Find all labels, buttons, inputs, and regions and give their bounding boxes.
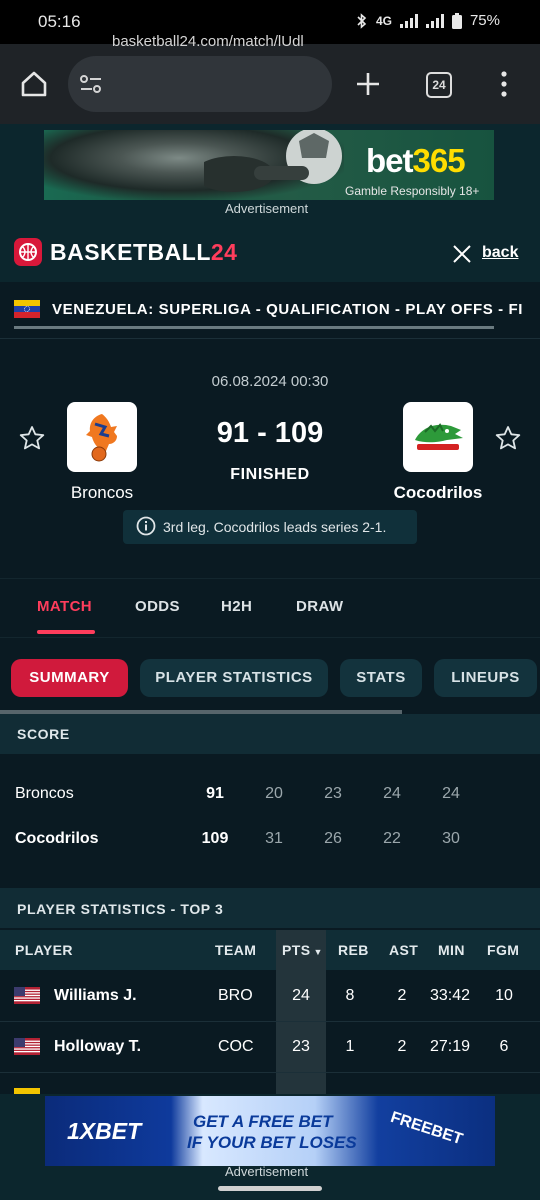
- url-text[interactable]: basketball24.com/match/lUdl: [112, 33, 320, 50]
- away-team-logo[interactable]: [403, 402, 473, 472]
- bet365-logo: bet365: [366, 142, 466, 179]
- tab-h2h[interactable]: H2H: [221, 598, 252, 615]
- battery-icon: [451, 12, 462, 29]
- player-min: 27:19: [430, 1038, 471, 1055]
- player-pts: 24: [292, 987, 310, 1004]
- player-reb: 8: [345, 987, 355, 1004]
- player-name[interactable]: Holloway T.: [54, 1038, 141, 1056]
- subtab-lineups[interactable]: LINEUPS: [434, 659, 537, 697]
- home-icon[interactable]: [20, 70, 48, 98]
- status-icons: 4G 75%: [356, 12, 500, 29]
- ad-tagline: Gamble Responsibly 18+: [345, 184, 480, 198]
- ad-label-bottom: Advertisement: [225, 1164, 309, 1179]
- col-reb[interactable]: REB: [338, 942, 369, 958]
- col-min[interactable]: MIN: [438, 942, 465, 958]
- tab-odds[interactable]: ODDS: [135, 598, 180, 615]
- score-q4-away: 30: [442, 830, 460, 847]
- info-icon: [136, 516, 156, 536]
- series-info-text: 3rd leg. Cocodrilos leads series 2-1.: [163, 519, 387, 535]
- breadcrumb-text[interactable]: VENEZUELA: SUPERLIGA - QUALIFICATION - P…: [52, 301, 522, 318]
- site-settings-icon[interactable]: [80, 74, 102, 94]
- score-row-team-home: Broncos: [15, 785, 74, 802]
- score-q2-home: 23: [324, 785, 342, 802]
- player-name[interactable]: Williams J.: [54, 987, 137, 1005]
- player-stats-title: PLAYER STATISTICS - TOP 3: [17, 901, 224, 917]
- player-ast: 2: [397, 987, 407, 1004]
- ad-headline-2: IF YOUR BET LOSES: [187, 1133, 357, 1152]
- score-q3-home: 24: [383, 785, 401, 802]
- menu-kebab-icon[interactable]: [500, 71, 508, 97]
- player-fgm: 10: [495, 987, 513, 1004]
- network-type: 4G: [375, 13, 392, 28]
- address-bar[interactable]: [68, 56, 332, 112]
- bluetooth-icon: [357, 12, 367, 29]
- tab-match[interactable]: MATCH: [37, 598, 92, 615]
- match-status: FINISHED: [230, 466, 310, 483]
- home-team-logo[interactable]: [67, 402, 137, 472]
- player-reb: 1: [345, 1038, 355, 1055]
- venezuela-flag-icon: [14, 300, 40, 318]
- subtab-stats[interactable]: STATS: [340, 659, 422, 697]
- player-fgm: 6: [499, 1038, 509, 1055]
- player-pts: 23: [292, 1038, 310, 1055]
- player-min: 33:42: [430, 987, 471, 1004]
- col-pts[interactable]: PTS ▼: [282, 942, 323, 958]
- sort-desc-icon: ▼: [313, 947, 323, 957]
- ad-label: Advertisement: [225, 201, 309, 216]
- player-ast: 2: [397, 1038, 407, 1055]
- signal-icon: [399, 13, 418, 28]
- col-team[interactable]: TEAM: [215, 942, 256, 958]
- col-fgm[interactable]: FGM: [487, 942, 519, 958]
- score-q1-away: 31: [265, 830, 283, 847]
- score-q2-away: 26: [324, 830, 342, 847]
- usa-flag-icon: [14, 1038, 40, 1055]
- gesture-navigation-bar[interactable]: [218, 1186, 322, 1191]
- battery-level: 75%: [469, 12, 500, 29]
- site-logo-text[interactable]: BASKETBALL24: [50, 239, 237, 266]
- score-total-away: 109: [201, 830, 229, 847]
- subtab-summary[interactable]: SUMMARY: [11, 659, 128, 697]
- ad-headline-1: GET A FREE BET: [193, 1112, 333, 1131]
- score-q3-away: 22: [383, 830, 401, 847]
- score-section-title: SCORE: [17, 726, 70, 742]
- col-ast[interactable]: AST: [389, 942, 418, 958]
- active-tab-indicator: [37, 630, 95, 634]
- player-team: BRO: [218, 987, 253, 1004]
- score-q4-home: 24: [442, 785, 460, 802]
- browser-toolbar: [0, 44, 540, 124]
- score-section-header: [0, 714, 540, 754]
- new-tab-icon[interactable]: [356, 72, 380, 96]
- tab-switcher-button[interactable]: 24: [426, 72, 452, 98]
- back-link[interactable]: back: [482, 244, 518, 262]
- breadcrumb-scrollbar[interactable]: [14, 326, 494, 329]
- 1xbet-logo: 1XBET: [67, 1118, 142, 1144]
- tab-draw[interactable]: DRAW: [296, 598, 343, 615]
- match-score: 91 - 109: [216, 417, 324, 449]
- player-team: COC: [218, 1038, 254, 1055]
- match-datetime: 06.08.2024 00:30: [211, 373, 329, 390]
- freebet-badge: FREEBET: [388, 1108, 465, 1149]
- ad-banner-1xbet[interactable]: 1XBET GET A FREE BET IF YOUR BET LOSES F…: [45, 1096, 495, 1166]
- away-team-name[interactable]: Cocodrilos: [383, 483, 493, 503]
- status-time: 05:16: [38, 12, 81, 31]
- score-row-team-away: Cocodrilos: [15, 830, 99, 847]
- col-player[interactable]: PLAYER: [15, 942, 73, 958]
- score-total-home: 91: [206, 785, 224, 802]
- football-image-icon: [204, 130, 342, 192]
- usa-flag-icon: [14, 987, 40, 1004]
- subtab-player-statistics[interactable]: PLAYER STATISTICS: [140, 659, 328, 697]
- signal-icon-2: [425, 13, 444, 28]
- home-team-name[interactable]: Broncos: [47, 483, 157, 503]
- favorite-star-icon-home[interactable]: [19, 425, 45, 451]
- basketball-logo-icon[interactable]: [14, 238, 42, 266]
- favorite-star-icon-away[interactable]: [495, 425, 521, 451]
- score-q1-home: 20: [265, 785, 283, 802]
- close-icon[interactable]: [453, 245, 471, 263]
